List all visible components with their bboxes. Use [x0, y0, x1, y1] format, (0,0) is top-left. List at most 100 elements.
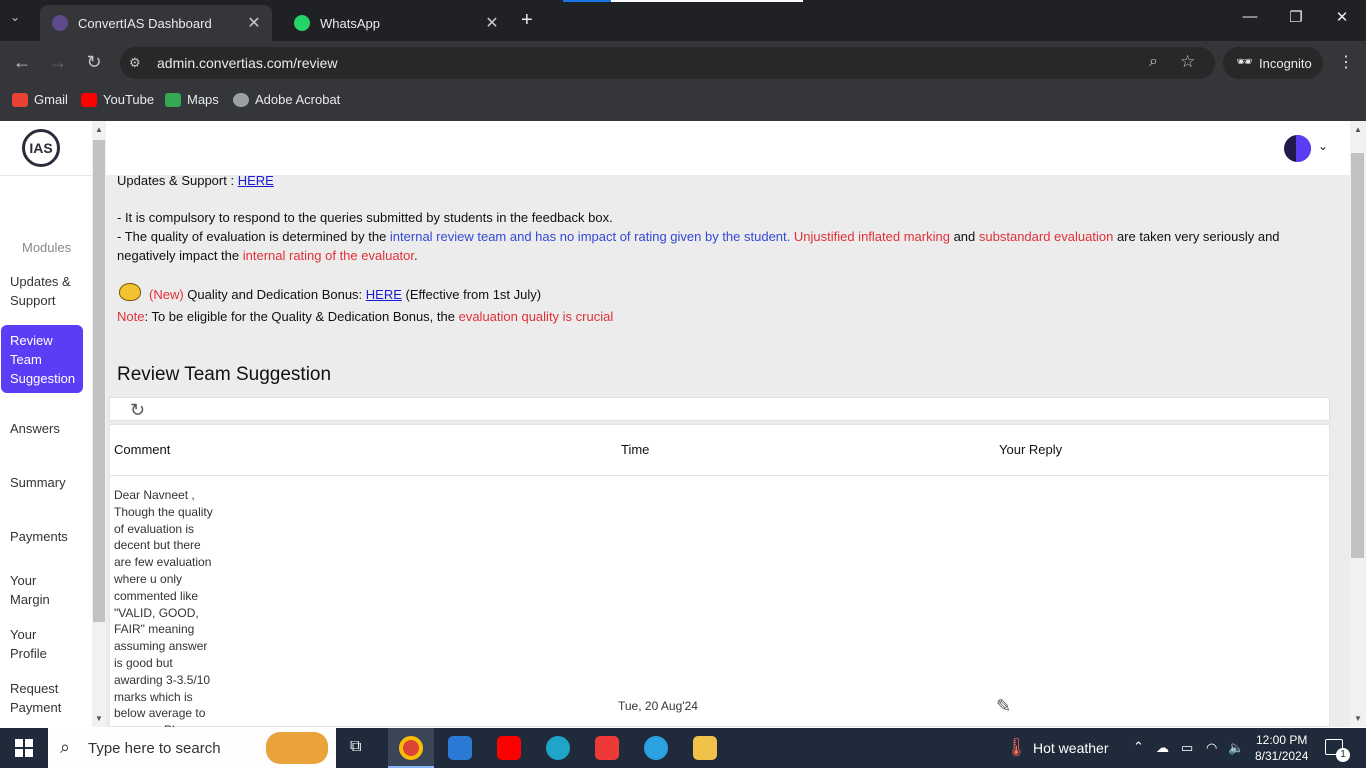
notification-badge: 1 [1336, 748, 1350, 762]
chevron-down-icon[interactable]: ⌄ [1318, 139, 1328, 153]
wifi-icon[interactable]: ◠ [1206, 740, 1217, 756]
edit-pencil-icon[interactable]: ✎ [996, 696, 1011, 717]
new-tab-icon[interactable]: + [521, 9, 533, 32]
volume-icon[interactable]: 🔈 [1228, 740, 1244, 756]
minimize-icon[interactable]: — [1230, 8, 1270, 25]
bonus-here-link[interactable]: HERE [366, 287, 402, 302]
bookmark-label: YouTube [103, 92, 155, 107]
clock-time: 12:00 PM [1256, 733, 1308, 747]
table-cell-comment: Dear Navneet , Though the quality of eva… [114, 488, 213, 727]
bonus-label: Quality and Dedication Bonus: [183, 287, 366, 302]
sidebar-item-your-margin[interactable]: Your Margin [10, 571, 70, 609]
refresh-icon[interactable]: ↻ [130, 400, 145, 421]
bonus-effective-date: (Effective from 1st July) [401, 287, 542, 302]
file-explorer-icon[interactable] [693, 736, 717, 760]
sidebar-item-review-team-suggestion[interactable]: Review Team Suggestion [1, 325, 83, 393]
whatsapp-favicon-icon [294, 15, 310, 31]
incognito-icon: 🕶 [1236, 54, 1253, 69]
sidebar-scrollbar-thumb[interactable] [93, 140, 105, 622]
search-placeholder: Type here to search [88, 739, 221, 757]
microsoft-store-icon[interactable] [448, 736, 472, 760]
telegram-icon[interactable] [644, 736, 668, 760]
page-title: Review Team Suggestion [117, 364, 332, 385]
highlight-red: substandard evaluation [978, 229, 1114, 244]
convertias-logo[interactable]: IAS [22, 129, 60, 167]
close-tab-icon[interactable]: ✕ [244, 13, 264, 33]
avatar[interactable] [1284, 135, 1311, 162]
bookmark-label: Gmail [34, 92, 68, 107]
forward-icon[interactable]: → [46, 52, 70, 73]
note-text: : To be eligible for the Quality & Dedic… [144, 309, 459, 324]
bookmark-youtube[interactable]: YouTube [81, 92, 154, 107]
tab-convertias[interactable]: ConvertIAS Dashboard ✕ [40, 5, 272, 41]
sidebar-item-updates-support[interactable]: Updates & Support [10, 272, 83, 310]
youtube-app-icon[interactable] [497, 736, 521, 760]
tab-title: WhatsApp [320, 15, 380, 31]
scroll-down-icon[interactable]: ▼ [92, 714, 106, 723]
table-header-divider [109, 475, 1330, 476]
loading-indicator-accent [563, 0, 611, 2]
bookmark-label: Maps [187, 92, 219, 107]
highlight-red: internal rating of the evaluator [242, 248, 415, 263]
suggestions-table [109, 424, 1330, 727]
more-menu-icon[interactable]: ⋮ [1338, 52, 1354, 72]
bookmark-maps[interactable]: Maps [165, 92, 219, 107]
close-window-icon[interactable]: ✕ [1322, 8, 1362, 26]
system-clock[interactable]: 12:00 PM 8/31/2024 [1255, 732, 1308, 764]
page-scrollbar-thumb[interactable] [1351, 153, 1364, 558]
text-part: - The quality of evaluation is determine… [117, 229, 390, 244]
note-label: Note [117, 309, 145, 324]
scroll-up-icon[interactable]: ▲ [92, 125, 106, 134]
incognito-label: Incognito [1259, 55, 1312, 71]
reload-icon[interactable]: ↻ [82, 52, 106, 73]
scroll-down-icon[interactable]: ▼ [1351, 714, 1365, 723]
sidebar-divider [0, 175, 92, 176]
sidebar-item-summary[interactable]: Summary [10, 473, 83, 492]
cloud-icon[interactable]: ☁ [1156, 740, 1169, 756]
text-part: and [949, 229, 979, 244]
sidebar-item-payments[interactable]: Payments [10, 527, 83, 546]
column-header-your-reply: Your Reply [999, 442, 1063, 457]
updates-support-line: Updates & Support : HERE [117, 173, 274, 188]
clock-date: 8/31/2024 [1255, 749, 1309, 763]
url-text[interactable]: admin.convertias.com/review [157, 55, 338, 71]
new-tag: (New) [149, 287, 184, 302]
zoom-icon[interactable]: ⌕ [1149, 53, 1158, 71]
scroll-up-icon[interactable]: ▲ [1351, 125, 1365, 134]
vivaldi-icon[interactable] [595, 736, 619, 760]
restore-icon[interactable]: ❐ [1276, 8, 1316, 26]
youtube-icon [81, 92, 97, 107]
table-cell-time: Tue, 20 Aug'24 [618, 699, 698, 713]
windows-start-icon[interactable] [15, 739, 33, 757]
chrome-icon[interactable] [399, 736, 423, 760]
updates-here-link[interactable]: HERE [238, 173, 274, 188]
thermometer-icon: 🌡 [1005, 737, 1028, 757]
battery-icon[interactable]: ▭ [1181, 740, 1193, 756]
tab-whatsapp[interactable]: WhatsApp ✕ [282, 5, 510, 41]
bookmark-gmail[interactable]: Gmail [12, 92, 68, 107]
highlight-red: Unjustified inflated marking [790, 229, 950, 244]
sidebar-item-request-payment[interactable]: Request Payment [10, 679, 76, 717]
highlight-blue: internal review team and has no impact o… [389, 229, 791, 244]
site-info-icon[interactable]: ⚙ [129, 55, 141, 71]
column-header-comment: Comment [114, 442, 171, 457]
bookmark-adobe-acrobat[interactable]: Adobe Acrobat [233, 92, 340, 107]
text-part: are taken very seriously and [1113, 229, 1280, 244]
sidebar-item-your-profile[interactable]: Your Profile [10, 625, 70, 663]
sidebar-item-answers[interactable]: Answers [10, 419, 83, 438]
bonus-icon [119, 283, 141, 301]
close-tab-icon[interactable]: ✕ [482, 13, 502, 33]
task-view-icon[interactable]: ⧉ [350, 738, 361, 756]
tab-search-icon[interactable]: ⌄ [10, 10, 20, 24]
search-icon: ⌕ [60, 737, 71, 757]
back-icon[interactable]: ← [10, 52, 34, 73]
weather-text[interactable]: Hot weather [1033, 740, 1108, 756]
edge-icon[interactable] [546, 736, 570, 760]
bookmark-label: Adobe Acrobat [255, 92, 341, 107]
bookmark-star-icon[interactable]: ☆ [1180, 52, 1195, 72]
chevron-up-icon[interactable]: ⌃ [1133, 739, 1144, 755]
note-line: Note: To be eligible for the Quality & D… [117, 309, 613, 324]
maps-icon [165, 92, 181, 107]
quality-evaluation-text: - The quality of evaluation is determine… [117, 229, 1280, 244]
column-header-time: Time [621, 442, 650, 457]
